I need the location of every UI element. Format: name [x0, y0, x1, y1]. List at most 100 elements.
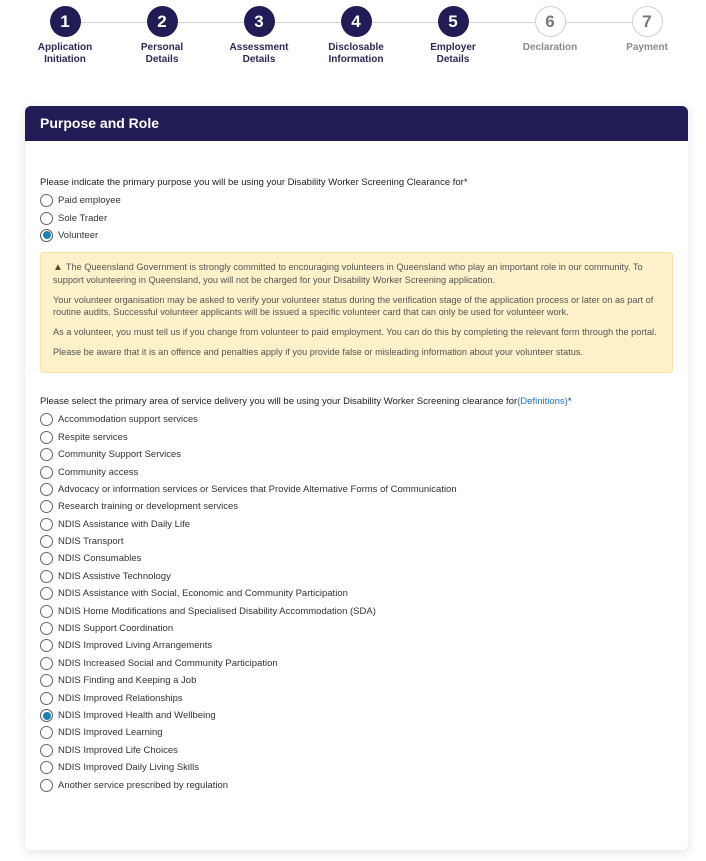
radio-button[interactable]	[40, 430, 53, 444]
radio-label: Paid employee	[58, 195, 121, 207]
step-label-line1: Assessment	[229, 42, 289, 53]
step-label-line2: Information	[328, 54, 384, 65]
radio-button[interactable]	[40, 517, 53, 531]
step-5[interactable]: 5 Employer Details	[405, 6, 501, 66]
radio-button[interactable]	[40, 639, 53, 653]
card-title: Purpose and Role	[25, 106, 688, 141]
radio-button[interactable]	[40, 622, 53, 636]
radio-label: NDIS Assistance with Daily Life	[58, 518, 190, 530]
radio-button[interactable]	[40, 674, 53, 688]
progress-stepper: 1 Application Initiation 2 Personal Details 3 A…	[0, 0, 706, 80]
radio-label: Respite services	[58, 431, 128, 443]
radio-button[interactable]	[40, 778, 53, 792]
service-option[interactable]: NDIS Improved Living Arrangements	[40, 637, 673, 654]
step-number-circle: 3	[243, 6, 275, 37]
required-marker: *	[567, 396, 572, 408]
service-option[interactable]: NDIS Improved Daily Living Skills	[40, 759, 673, 776]
step-7[interactable]: 7 Payment	[599, 6, 695, 54]
service-option[interactable]: NDIS Home Modifications and Specialised …	[40, 602, 673, 619]
service-option[interactable]: NDIS Increased Social and Community Part…	[40, 655, 673, 672]
service-option[interactable]: NDIS Improved Health and Wellbeing	[40, 707, 673, 724]
purpose-question: Please indicate the primary purpose you …	[40, 177, 468, 188]
radio-button[interactable]	[40, 552, 53, 566]
step-4[interactable]: 4 Disclosable Information	[308, 6, 404, 66]
step-label-line1: Application	[37, 42, 93, 53]
radio-button[interactable]	[40, 656, 53, 670]
purpose-and-role-card: Purpose and Role Please indicate the pri…	[25, 106, 688, 850]
service-option[interactable]: Another service prescribed by regulation	[40, 776, 673, 793]
radio-button[interactable]	[40, 761, 53, 775]
warning-icon: ▲	[53, 262, 63, 274]
service-option[interactable]: Community access	[40, 463, 673, 480]
radio-label: Volunteer	[58, 229, 99, 241]
service-radio-group: Accommodation support services Respite se…	[40, 411, 673, 794]
step-number-circle: 5	[437, 6, 469, 37]
service-option[interactable]: NDIS Improved Learning	[40, 724, 673, 741]
purpose-option[interactable]: Paid employee	[40, 192, 673, 209]
radio-button-selected[interactable]	[40, 228, 53, 242]
radio-label: NDIS Improved Life Choices	[58, 744, 178, 756]
step-2[interactable]: 2 Personal Details	[114, 6, 210, 66]
alert-text: Your volunteer organisation may be asked…	[53, 295, 654, 318]
service-option[interactable]: NDIS Transport	[40, 533, 673, 550]
radio-button[interactable]	[40, 587, 53, 601]
radio-label: Advocacy or information services or Serv…	[58, 483, 457, 495]
radio-label: NDIS Increased Social and Community Part…	[58, 657, 278, 669]
radio-label: NDIS Assistance with Social, Economic an…	[58, 588, 348, 600]
purpose-radio-group: Paid employee Sole Trader Volunteer	[40, 192, 673, 244]
service-option[interactable]: Research training or development service…	[40, 498, 673, 515]
service-question-text: Please select the primary area of servic…	[40, 396, 518, 408]
radio-button[interactable]	[40, 726, 53, 740]
step-label-line2: Details	[145, 54, 179, 65]
service-option[interactable]: NDIS Finding and Keeping a Job	[40, 672, 673, 689]
step-label-line2: Details	[242, 54, 276, 65]
radio-button[interactable]	[40, 482, 53, 496]
step-1[interactable]: 1 Application Initiation	[17, 6, 113, 66]
radio-button-selected[interactable]	[40, 709, 53, 722]
radio-button[interactable]	[40, 743, 53, 757]
radio-button[interactable]	[40, 194, 53, 208]
step-label-line2: Initiation	[44, 54, 86, 65]
radio-button[interactable]	[40, 604, 53, 618]
radio-button[interactable]	[40, 569, 53, 583]
radio-button[interactable]	[40, 448, 53, 462]
service-option[interactable]: NDIS Assistive Technology	[40, 568, 673, 585]
step-3[interactable]: 3 Assessment Details	[211, 6, 307, 66]
radio-button[interactable]	[40, 465, 53, 479]
purpose-option[interactable]: Sole Trader	[40, 209, 673, 226]
service-option[interactable]: NDIS Assistance with Daily Life	[40, 516, 673, 533]
service-option[interactable]: NDIS Improved Relationships	[40, 689, 673, 706]
step-number-circle: 4	[340, 6, 372, 37]
step-label: Payment	[599, 42, 695, 54]
radio-button[interactable]	[40, 211, 53, 225]
service-option[interactable]: NDIS Consumables	[40, 550, 673, 567]
radio-button[interactable]	[40, 535, 53, 549]
radio-button[interactable]	[40, 413, 53, 427]
step-label-line2: Details	[436, 54, 470, 65]
service-option[interactable]: NDIS Assistance with Social, Economic an…	[40, 585, 673, 602]
radio-label: Another service prescribed by regulation	[58, 779, 229, 791]
radio-label: NDIS Improved Health and Wellbeing	[58, 710, 216, 721]
alert-text: Please be aware that it is an offence an…	[53, 347, 583, 358]
step-label-line1: Declaration	[522, 42, 578, 53]
radio-button[interactable]	[40, 691, 53, 705]
radio-label: NDIS Improved Daily Living Skills	[58, 762, 199, 774]
radio-label: NDIS Consumables	[58, 553, 142, 565]
service-option[interactable]: Accommodation support services	[40, 411, 673, 428]
definitions-link[interactable]: (Definitions)	[517, 396, 568, 407]
service-option[interactable]: Respite services	[40, 429, 673, 446]
step-label: Employer Details	[405, 42, 501, 66]
service-option[interactable]: Advocacy or information services or Serv…	[40, 481, 673, 498]
alert-paragraph: Your volunteer organisation may be asked…	[53, 294, 660, 318]
step-6[interactable]: 6 Declaration	[502, 6, 598, 54]
radio-button[interactable]	[40, 500, 53, 514]
alert-paragraph: ▲ The Queensland Government is strongly c…	[53, 261, 660, 286]
purpose-option[interactable]: Volunteer	[40, 227, 673, 244]
service-option[interactable]: Community Support Services	[40, 446, 673, 463]
step-label-line1: Payment	[626, 42, 668, 53]
service-option[interactable]: NDIS Support Coordination	[40, 620, 673, 637]
radio-label: Community access	[58, 466, 139, 478]
radio-label: NDIS Improved Relationships	[58, 692, 183, 704]
alert-text: As a volunteer, you must tell us if you …	[53, 327, 657, 338]
service-option[interactable]: NDIS Improved Life Choices	[40, 742, 673, 759]
